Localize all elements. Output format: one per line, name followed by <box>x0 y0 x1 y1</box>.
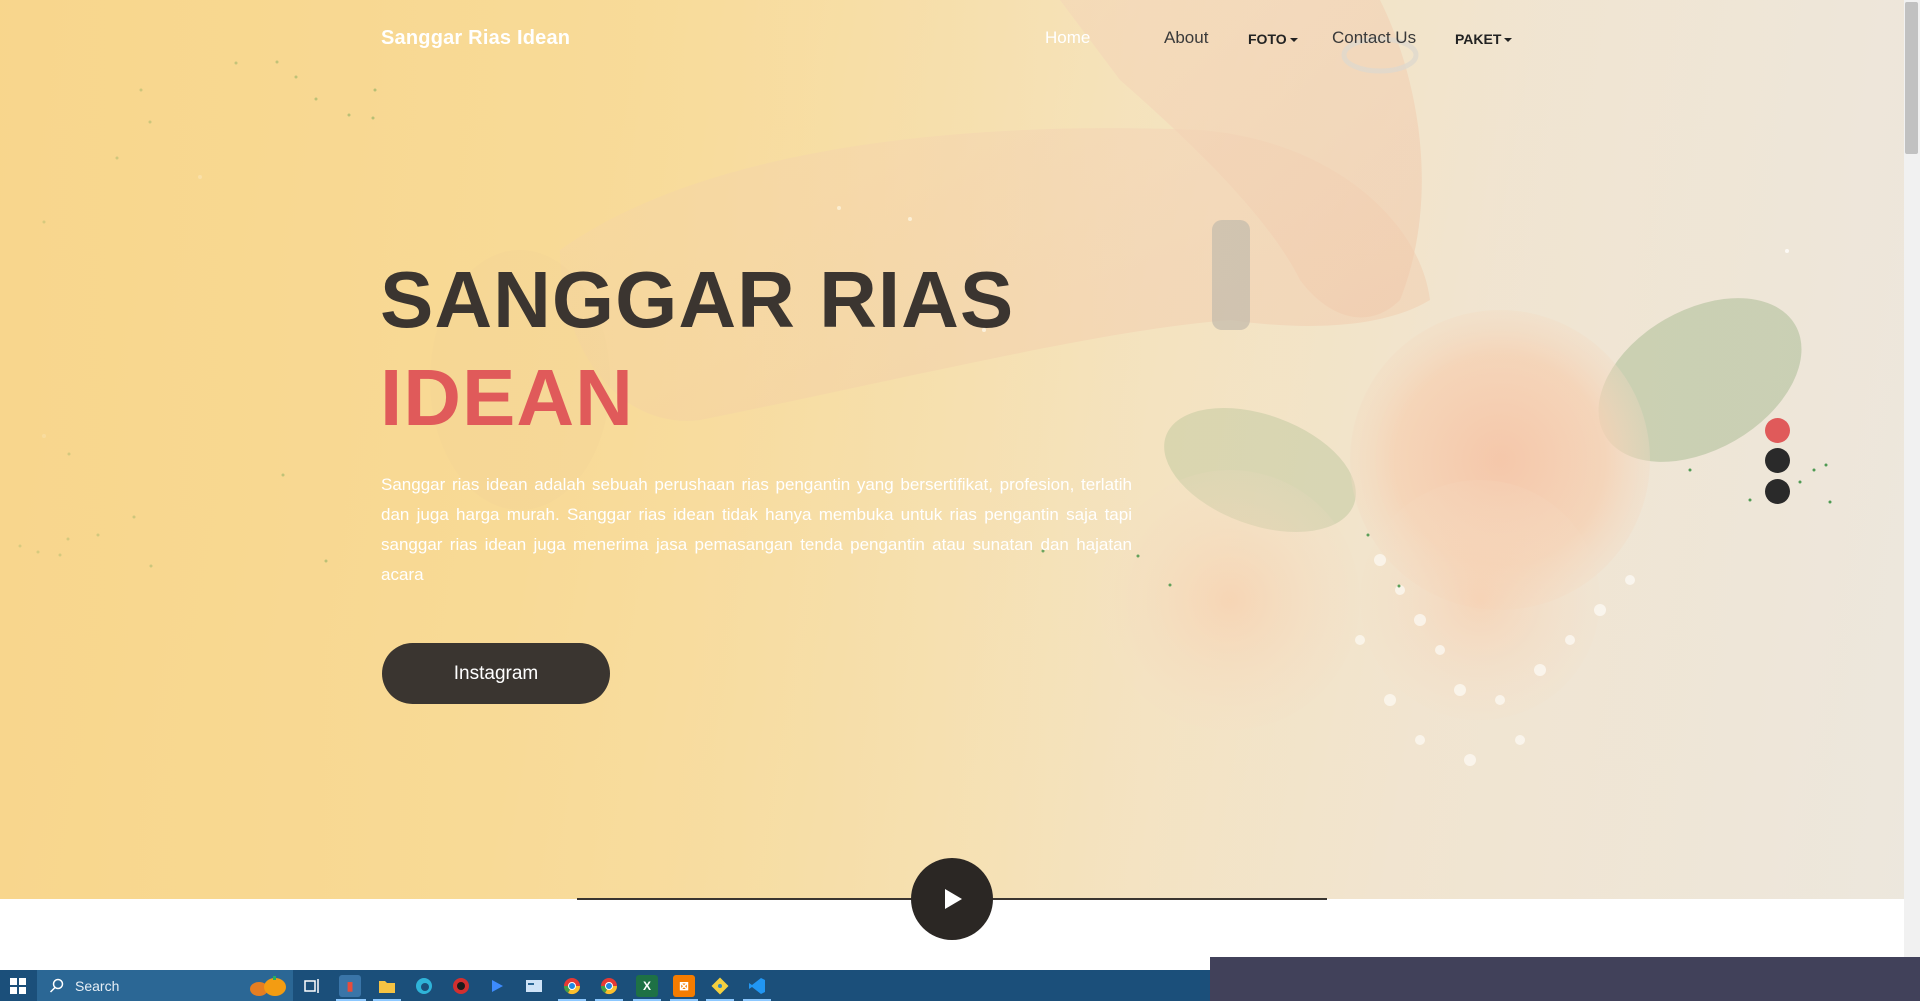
taskbar-app-button[interactable]: ▮ <box>339 975 361 997</box>
main-nav: Home About FOTO Contact Us PAKET <box>0 28 1904 52</box>
hero-color-overlay <box>0 0 1904 899</box>
scrollbar-thumb[interactable] <box>1905 2 1918 154</box>
hero-description: Sanggar rias idean adalah sebuah perusha… <box>381 475 1132 584</box>
file-explorer-icon <box>379 981 395 993</box>
hero-title-line2: IDEAN <box>380 353 634 442</box>
app-icon: ▮ <box>346 979 354 993</box>
app-red-icon <box>453 978 469 994</box>
chrome-icon <box>563 978 581 995</box>
git-icon <box>711 977 729 995</box>
edge-icon <box>416 978 432 994</box>
windows-taskbar: Search ▮ X ⊠ <box>0 970 1210 1001</box>
media-player-button[interactable] <box>486 975 508 997</box>
vscode-button[interactable] <box>746 975 768 997</box>
excel-button[interactable]: X <box>636 975 658 997</box>
instagram-button[interactable]: Instagram <box>382 643 610 704</box>
media-player-icon <box>492 980 503 992</box>
caret-down-icon <box>1504 38 1513 43</box>
chrome-button-1[interactable] <box>561 975 583 997</box>
taskbar-search-label: Search <box>75 977 120 994</box>
slider-dot-3[interactable] <box>1765 479 1790 504</box>
slider-dot-2[interactable] <box>1765 448 1790 473</box>
slider-dot-1[interactable] <box>1765 418 1790 443</box>
chrome-icon <box>600 978 618 995</box>
play-video-button[interactable] <box>911 858 993 940</box>
nav-foto-dropdown[interactable]: FOTO <box>1248 31 1298 47</box>
xampp-button[interactable]: ⊠ <box>673 975 695 997</box>
pumpkin-search-highlight-icon <box>250 975 286 996</box>
windows-start-button[interactable] <box>0 970 36 1001</box>
file-explorer-button[interactable] <box>376 975 398 997</box>
nav-home-link[interactable]: Home <box>1045 28 1090 48</box>
play-icon <box>945 889 962 909</box>
app-window-icon <box>526 980 542 992</box>
page: Sanggar Rias Idean Home About FOTO Conta… <box>0 0 1920 1001</box>
task-view-icon <box>304 979 319 993</box>
nav-paket-dropdown[interactable]: PAKET <box>1455 31 1513 47</box>
taskbar-search-box[interactable]: Search <box>37 970 293 1001</box>
xampp-icon: ⊠ <box>678 979 690 993</box>
chrome-button-2[interactable] <box>598 975 620 997</box>
notification-panel <box>1210 957 1920 1001</box>
edge-browser-button[interactable] <box>413 975 435 997</box>
nav-paket-label: PAKET <box>1455 31 1502 47</box>
window-app-button[interactable] <box>523 975 545 997</box>
excel-icon: X <box>642 979 651 993</box>
hero-section: Sanggar Rias Idean Home About FOTO Conta… <box>0 0 1904 899</box>
nav-about-link[interactable]: About <box>1164 28 1208 48</box>
hero-title-line1: SANGGAR RIAS <box>380 255 1015 344</box>
windows-start-icon <box>10 977 26 994</box>
nav-contact-link[interactable]: Contact Us <box>1332 28 1416 48</box>
git-button[interactable] <box>709 975 731 997</box>
vscode-icon <box>749 978 765 994</box>
nav-foto-label: FOTO <box>1248 31 1287 47</box>
task-view-button[interactable] <box>301 975 323 997</box>
search-icon <box>49 978 64 993</box>
red-app-button[interactable] <box>450 975 472 997</box>
caret-down-icon <box>1289 38 1298 43</box>
